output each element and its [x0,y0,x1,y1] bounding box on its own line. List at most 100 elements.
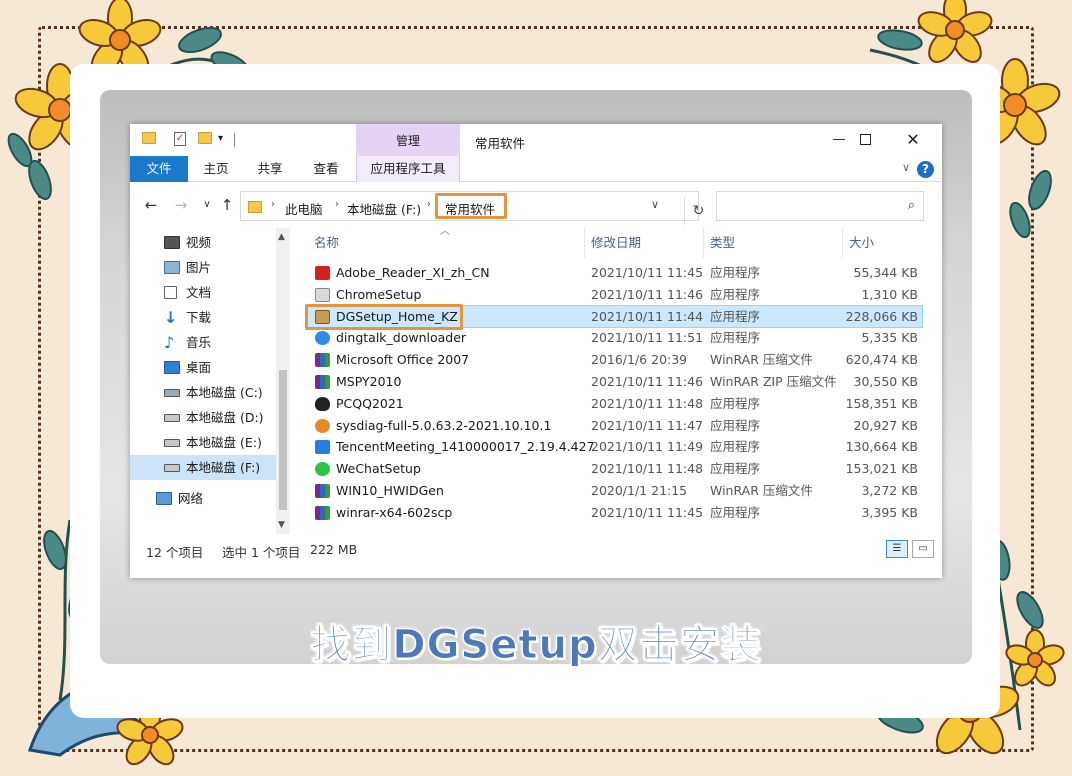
nav-item-label: 桌面 [186,360,212,375]
file-size: 153,021 KB [845,461,918,477]
address-bar[interactable]: › 此电脑 › 本地磁盘 (F:) › 常用软件 ∨ ↻ [240,191,704,225]
scroll-down-icon[interactable]: ▼ [278,520,285,530]
scroll-up-icon[interactable]: ▲ [278,232,285,242]
title-bar: ✓ ▾ 管理 常用软件 — ✕ [130,124,942,156]
file-list: Adobe_Reader_XI_zh_CN 2021/10/11 11:45 应… [305,262,923,524]
status-bar: 12 个项目 选中 1 个项目 222 MB ☰ ▭ [130,538,942,562]
download-icon: ↓ [164,308,178,327]
file-size: 5,335 KB [861,330,918,346]
file-name: TencentMeeting_1410000017_2.19.4.427 [336,439,595,455]
file-row[interactable]: WIN10_HWIDGen 2020/1/1 21:15 WinRAR 压缩文件… [306,480,922,502]
column-header-date[interactable]: 修改日期 [591,228,641,258]
file-name: Microsoft Office 2007 [336,352,470,368]
highlight-box [435,193,507,219]
file-type: 应用程序 [710,461,761,477]
picture-icon [164,261,180,274]
nav-item-drive-f[interactable]: 本地磁盘 (F:) [130,455,276,480]
file-type: WinRAR 压缩文件 [710,352,813,368]
refresh-button[interactable]: ↻ [684,197,712,225]
file-row[interactable]: TencentMeeting_1410000017_2.19.4.427 202… [306,436,922,458]
nav-item-drive-d[interactable]: 本地磁盘 (D:) [130,405,276,430]
chevron-down-icon[interactable]: ∨ [902,161,910,174]
back-button[interactable]: ← [142,196,160,214]
file-row[interactable]: PCQQ2021 2021/10/11 11:48 应用程序 158,351 K… [306,393,922,415]
column-header-name[interactable]: 名称 [314,228,339,258]
nav-item-drive-c[interactable]: 本地磁盘 (C:) [130,380,276,405]
file-name: ChromeSetup [336,286,422,302]
nav-item-drive-e[interactable]: 本地磁盘 (E:) [130,430,276,455]
file-row[interactable]: Adobe_Reader_XI_zh_CN 2021/10/11 11:45 应… [306,262,922,284]
recent-locations-icon[interactable]: ∨ [198,196,216,214]
breadcrumb-drive-f[interactable]: 本地磁盘 (F:) [347,199,421,218]
file-size: 3,272 KB [861,482,918,498]
nav-item-music[interactable]: ♪ 音乐 [130,330,276,355]
chevron-right-icon[interactable]: › [427,199,431,210]
new-folder-icon[interactable] [198,132,212,144]
search-input[interactable]: ⌕ [716,191,924,221]
file-row[interactable]: WeChatSetup 2021/10/11 11:48 应用程序 153,02… [306,458,922,480]
file-size: 20,927 KB [853,417,918,433]
tab-application-tools[interactable]: 应用程序工具 [356,156,460,182]
item-count: 12 个项目 [146,545,204,560]
forward-button[interactable]: → [172,196,190,214]
adobe-icon [315,266,330,280]
file-row[interactable]: sysdiag-full-5.0.63.2-2021.10.10.1 2021/… [306,415,922,437]
nav-item-pictures[interactable]: 图片 [130,255,276,280]
tab-home[interactable]: 主页 [190,156,242,182]
nav-item-videos[interactable]: 视频 [130,230,276,255]
file-name: sysdiag-full-5.0.63.2-2021.10.10.1 [336,417,552,433]
winrar-icon [315,483,330,498]
file-type: 应用程序 [710,395,761,411]
file-name: PCQQ2021 [336,395,404,411]
file-explorer-window: ✓ ▾ 管理 常用软件 — ✕ 文件 主页 共享 查看 应用程序工具 ∨ ? ←… [130,124,942,578]
nav-item-label: 本地磁盘 (E:) [186,435,262,450]
file-type: 应用程序 [710,330,761,346]
breadcrumb-this-pc[interactable]: 此电脑 [285,199,323,218]
close-button[interactable]: ✕ [890,128,936,152]
file-type: WinRAR 压缩文件 [710,482,813,498]
properties-icon[interactable]: ✓ [174,132,186,146]
file-type: 应用程序 [710,308,761,324]
nav-item-downloads[interactable]: ↓ 下载 [130,305,276,330]
nav-item-documents[interactable]: 文档 [130,280,276,305]
details-view-icon[interactable]: ☰ [886,540,908,558]
tencent-meeting-icon [315,440,330,455]
folder-icon[interactable] [142,132,156,144]
chevron-down-icon[interactable]: ∨ [651,198,659,211]
maximize-button[interactable] [842,128,888,152]
nav-item-desktop[interactable]: 桌面 [130,355,276,380]
up-button[interactable]: ↑ [218,196,236,214]
large-icons-view-icon[interactable]: ▭ [912,540,934,558]
context-tab-group-label: 管理 [356,124,460,156]
column-header-size[interactable]: 大小 [849,228,874,258]
tab-share[interactable]: 共享 [244,156,296,182]
column-header-type[interactable]: 类型 [710,228,735,258]
file-date: 2021/10/11 11:48 [591,395,704,411]
chevron-right-icon[interactable]: › [271,199,275,210]
file-row[interactable]: dingtalk_downloader 2021/10/11 11:51 应用程… [306,327,922,349]
chevron-right-icon[interactable]: › [335,199,339,210]
file-date: 2021/10/11 11:45 [591,504,704,520]
quick-access-dropdown-icon[interactable]: ▾ [218,133,223,149]
file-row[interactable]: winrar-x64-602scp 2021/10/11 11:45 应用程序 … [306,502,922,524]
nav-item-label: 本地磁盘 (D:) [186,410,264,425]
nav-scrollbar[interactable]: ▲ ▼ [276,228,290,534]
file-name: WIN10_HWIDGen [336,482,444,498]
file-type: 应用程序 [710,417,761,433]
file-size: 620,474 KB [845,352,918,368]
file-size: 55,344 KB [853,265,918,280]
winrar-icon [315,353,330,368]
file-row[interactable]: MSPY2010 2021/10/11 11:46 WinRAR ZIP 压缩文… [306,371,922,393]
nav-item-network[interactable]: 网络 [130,486,276,511]
divider [842,228,843,258]
tab-file[interactable]: 文件 [130,156,188,182]
file-row[interactable]: Microsoft Office 2007 2016/1/6 20:39 Win… [306,349,922,371]
file-row[interactable]: ChromeSetup 2021/10/11 11:46 应用程序 1,310 … [306,284,922,306]
file-size: 158,351 KB [845,395,918,411]
scroll-thumb[interactable] [279,370,287,510]
drive-icon [164,464,180,472]
nav-item-label: 下载 [186,310,212,325]
help-icon[interactable]: ? [917,161,934,178]
nav-item-label: 视频 [186,235,212,250]
tab-view[interactable]: 查看 [300,156,352,182]
